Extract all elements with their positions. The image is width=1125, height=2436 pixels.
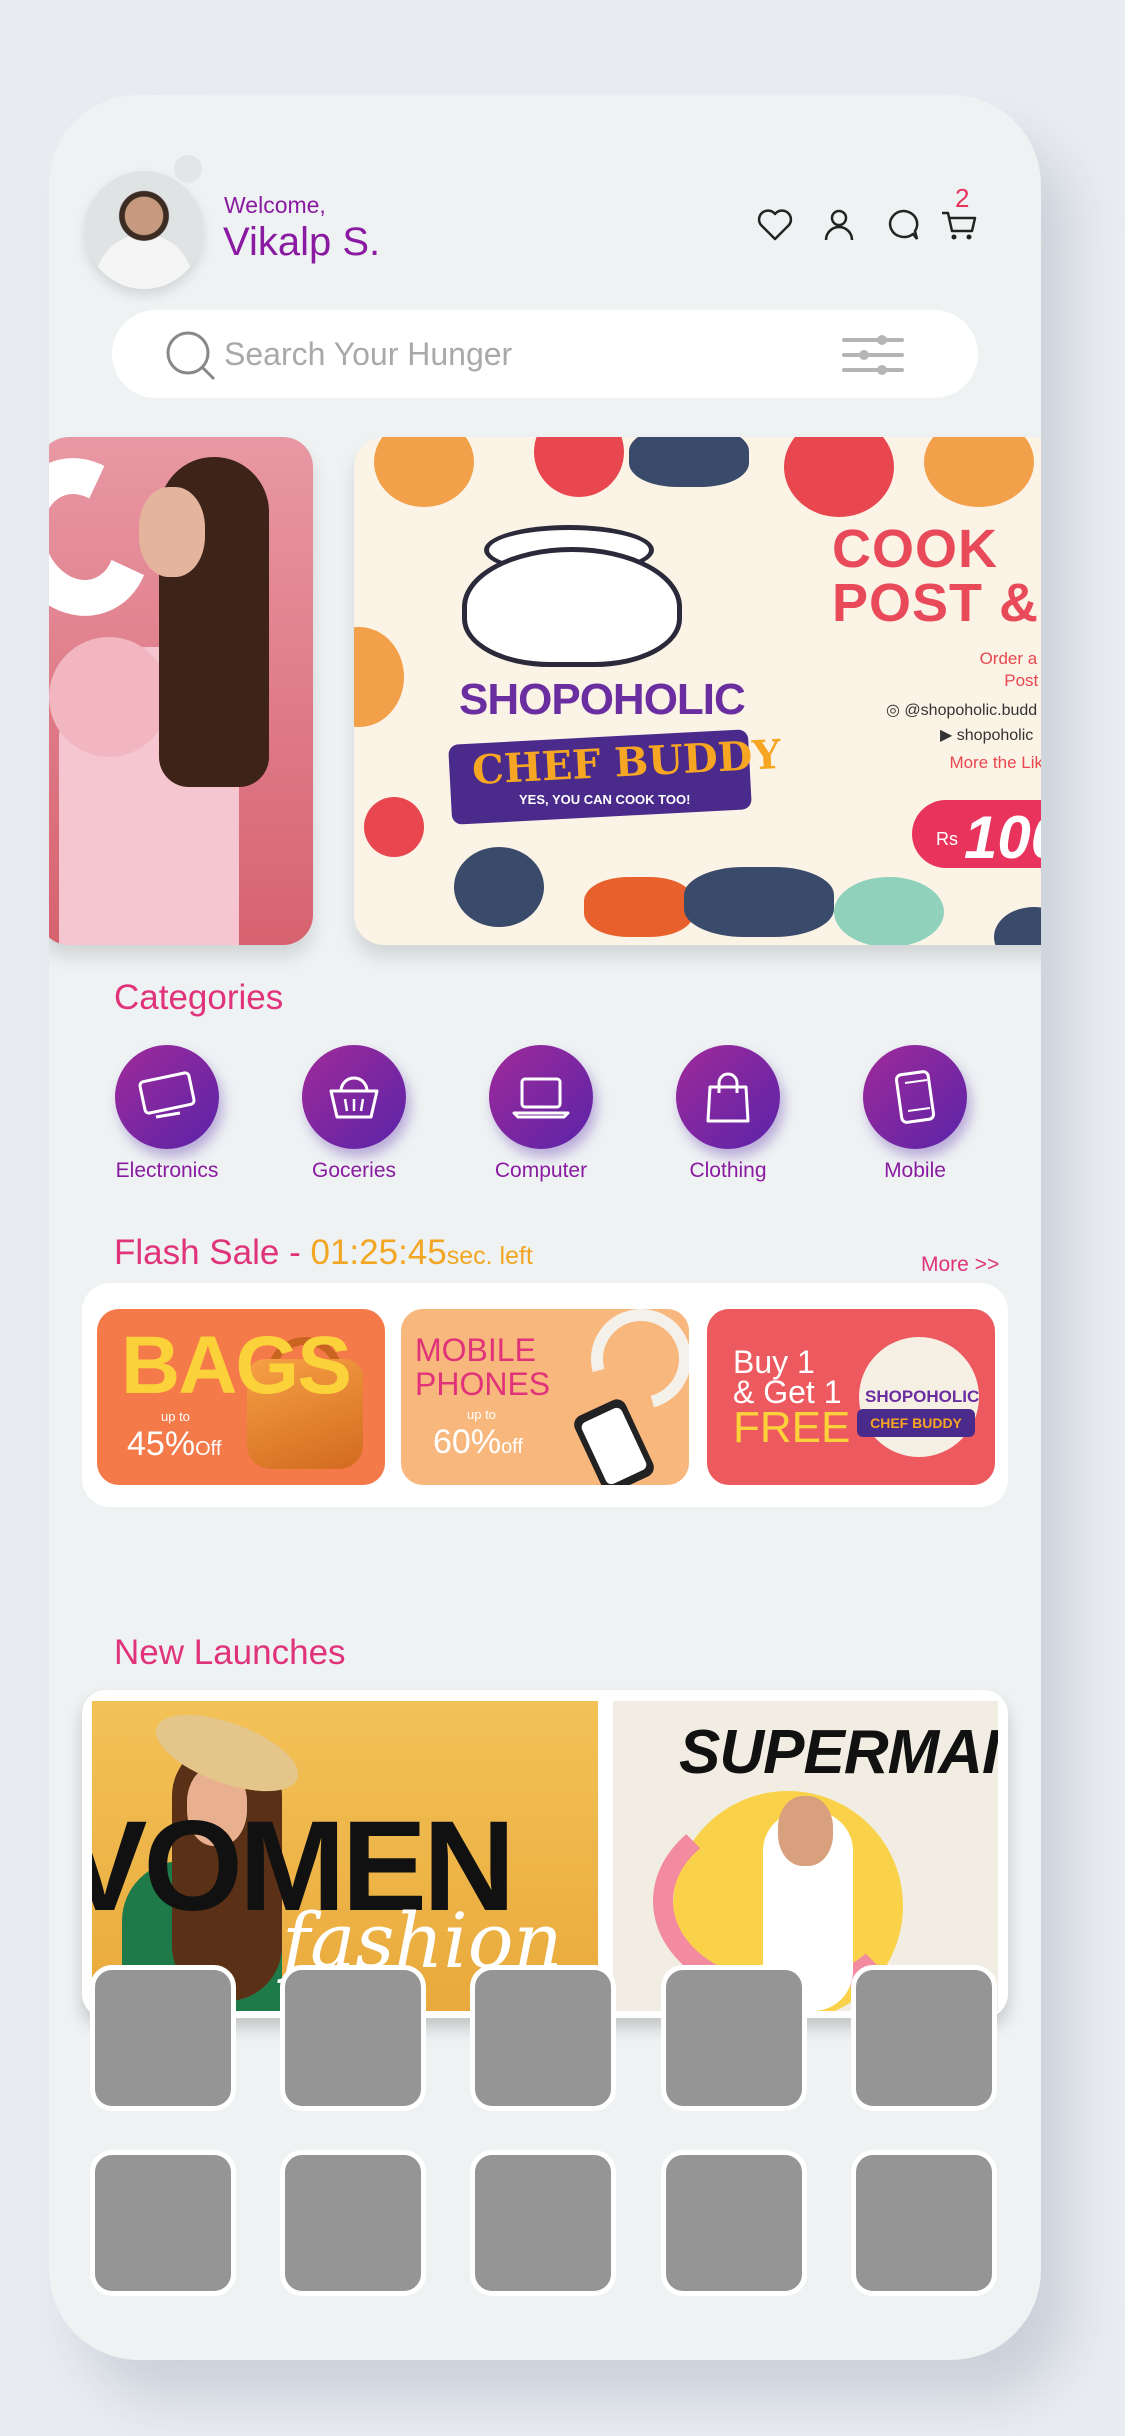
category-clothing[interactable]: Clothing [648,1045,808,1183]
shopping-bag-icon [706,1072,750,1123]
placeholder-tile[interactable] [470,1965,616,2111]
flash-card-title: MOBILE PHONES [415,1332,551,1402]
flash-sale-timer-suffix: sec. left [446,1242,533,1270]
app-screen: Welcome, Vikalp S. 2 Search Your Hunger … [49,95,1041,2360]
category-label: Goceries [311,1159,397,1182]
cart-count-badge: 2 [955,183,970,213]
flash-card-discount: 45%Off [127,1425,222,1463]
placeholder-tile[interactable] [851,2150,997,2296]
avatar[interactable] [85,171,203,289]
placeholder-tile[interactable] [661,1965,807,2111]
search-bar[interactable] [112,310,978,398]
flash-card-free: FREE [733,1403,851,1452]
filter-icon[interactable] [842,332,904,378]
chat-icon[interactable] [883,205,923,245]
placeholder-tile[interactable] [280,2150,426,2296]
status-dot [174,155,202,183]
youtube-icon: ▶ [940,727,953,744]
hero-youtube: ▶ shopoholic [940,727,1034,744]
basket-icon [329,1076,379,1119]
hero-promo-line-1: Order a 'Chef Buddy [979,649,1041,668]
category-computer[interactable]: Computer [461,1045,621,1183]
hero-brand: SHOPOHOLIC [459,675,746,724]
category-label: Electronics [115,1159,219,1182]
flash-card-buy-one-get-one[interactable]: Buy 1 & Get 1 FREE SHOPOHOLIC CHEF BUDDY [707,1309,995,1485]
flash-sale-title: Flash Sale - 01:25:45sec. left [114,1233,533,1272]
hero-banner-chef-buddy[interactable]: SHOPOHOLIC CHEF BUDDY YES, YOU CAN COOK … [354,437,1041,945]
chef-buddy-logo-ribbon: CHEF BUDDY [857,1409,975,1437]
category-label: Mobile [884,1159,946,1182]
chef-buddy-logo-brand: SHOPOHOLIC [865,1387,980,1406]
flash-card-mobile-phones[interactable]: MOBILE PHONES up to 60%off [401,1309,689,1485]
welcome-text: Welcome, [224,192,326,218]
instagram-icon: ◎ [886,702,900,719]
flash-card-discount: 60%off [433,1423,523,1461]
flash-sale-more-link[interactable]: More >> [921,1253,999,1277]
heart-icon[interactable] [755,205,795,245]
flash-card-upto: up to [467,1407,496,1422]
placeholder-tile[interactable] [90,1965,236,2111]
search-input[interactable] [224,334,784,374]
new-launches-title: New Launches [114,1633,346,1672]
category-label: Clothing [689,1159,767,1182]
placeholder-tile[interactable] [470,2150,616,2296]
user-name: Vikalp S. [223,220,381,264]
hero-promo-line-2: Post picture [1004,671,1041,690]
flash-card-upto: up to [161,1409,190,1424]
hero-price-currency: Rs [936,829,958,849]
category-mobile[interactable]: Mobile [835,1045,995,1183]
hero-banner-fashion[interactable] [49,437,313,945]
flash-card-bags[interactable]: BAGS up to 45%Off [97,1309,385,1485]
laptop-icon [512,1077,570,1119]
search-icon [166,331,216,381]
hero-instagram: ◎ @shopoholic.budd [886,702,1038,719]
banner-headline: SUPERMAI [679,1718,998,1787]
hero-title: COOK POST & [832,519,1040,633]
hero-promo-line-3: More the Likes, mo [949,753,1041,772]
flash-sale-timer: 01:25:45 [310,1233,447,1272]
hero-price: 100 [964,804,1041,871]
category-groceries[interactable]: Goceries [274,1045,434,1183]
categories-title: Categories [114,978,284,1017]
hero-ribbon-subtitle: YES, YOU CAN COOK TOO! [519,792,691,807]
category-label: Computer [494,1159,588,1182]
category-electronics[interactable]: Electronics [87,1045,247,1183]
tv-icon [138,1071,196,1119]
placeholder-tile[interactable] [661,2150,807,2296]
flash-card-title: BAGS [121,1320,352,1411]
placeholder-tile[interactable] [280,1965,426,2111]
user-icon[interactable] [819,205,859,245]
phone-icon [894,1070,936,1124]
placeholder-tile[interactable] [851,1965,997,2111]
placeholder-tile[interactable] [90,2150,236,2296]
